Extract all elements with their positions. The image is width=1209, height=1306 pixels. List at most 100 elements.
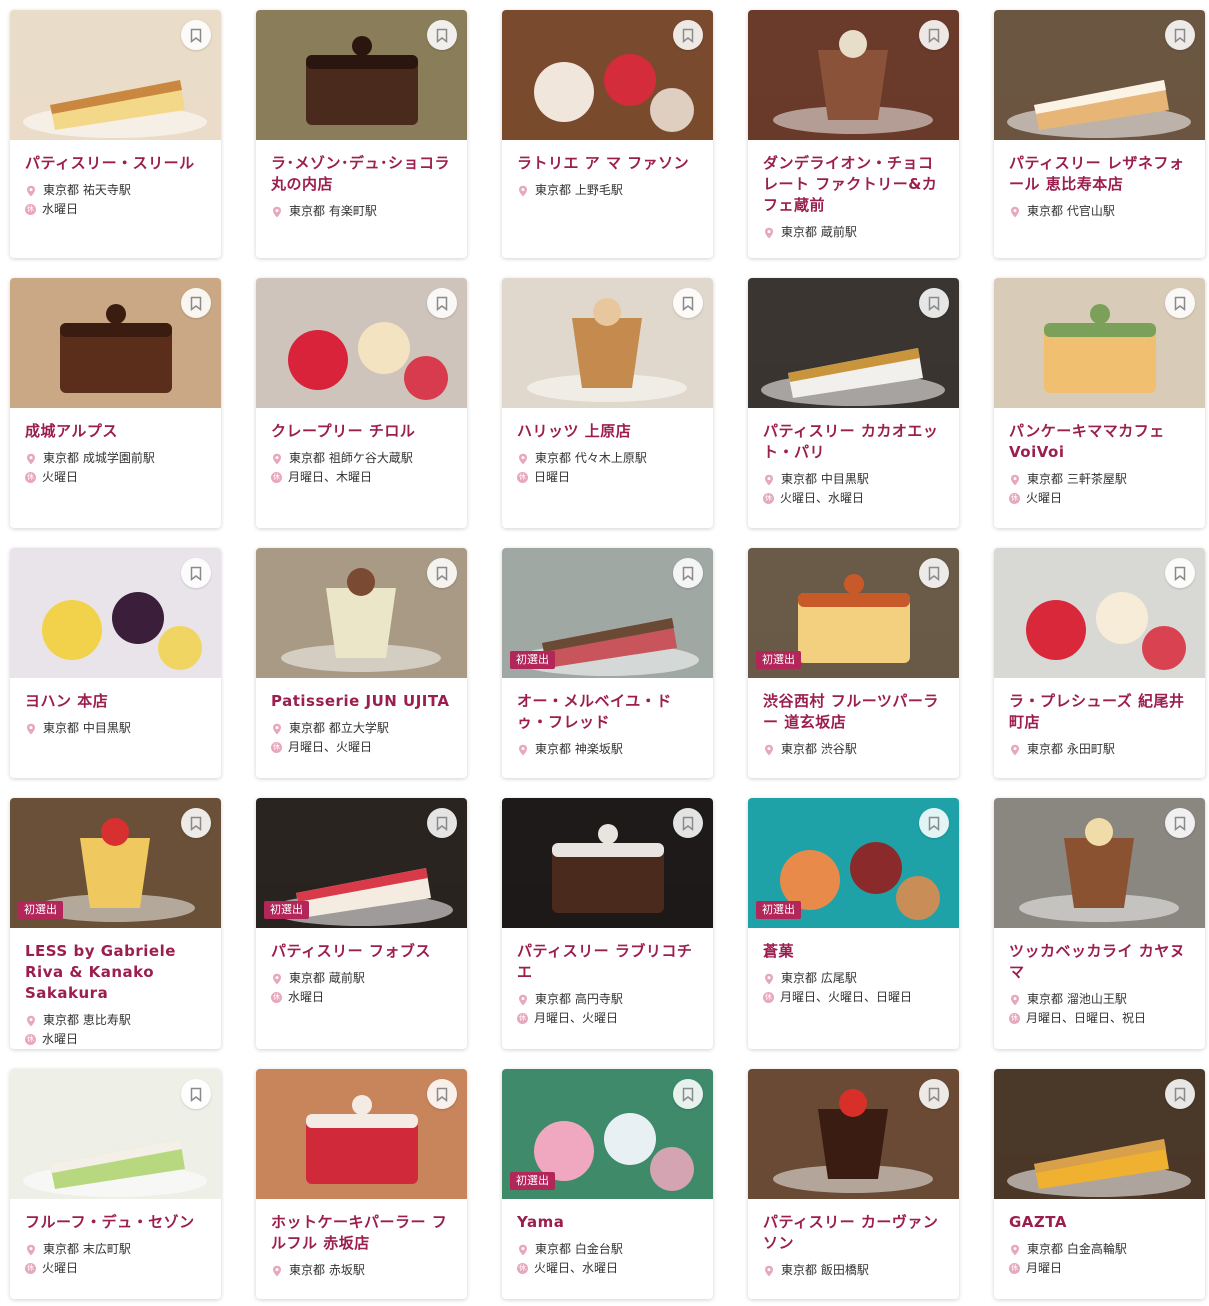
shop-name[interactable]: オー・メルベイユ・ドゥ・フレッド — [517, 691, 698, 733]
shop-card[interactable]: クレープリー チロル 東京都 祖師ケ谷大蔵駅休月曜日、木曜日 — [256, 278, 467, 528]
shop-card[interactable]: ヨハン 本店 東京都 中目黒駅 — [10, 548, 221, 778]
shop-name[interactable]: ホットケーキパーラー フルフル 赤坂店 — [271, 1212, 452, 1254]
shop-card[interactable]: 初選出 渋谷西村 フルーツパーラー 道玄坂店 東京都 渋谷駅 — [748, 548, 959, 778]
shop-card[interactable]: ラ・プレシューズ 紀尾井町店 東京都 永田町駅 — [994, 548, 1205, 778]
bookmark-button[interactable] — [919, 808, 949, 838]
shop-photo[interactable]: 初選出 — [502, 1069, 713, 1199]
shop-photo[interactable] — [256, 1069, 467, 1199]
shop-photo[interactable]: 初選出 — [748, 548, 959, 678]
shop-name[interactable]: Patisserie JUN UJITA — [271, 691, 452, 712]
bookmark-button[interactable] — [427, 20, 457, 50]
shop-photo[interactable] — [994, 278, 1205, 408]
shop-card[interactable]: パティスリー ラブリコチエ 東京都 高円寺駅休月曜日、火曜日 — [502, 798, 713, 1049]
bookmark-button[interactable] — [673, 20, 703, 50]
bookmark-button[interactable] — [919, 1079, 949, 1109]
shop-photo[interactable]: 初選出 — [748, 798, 959, 928]
bookmark-button[interactable] — [427, 558, 457, 588]
shop-name[interactable]: パンケーキママカフェ VoiVoi — [1009, 421, 1190, 463]
bookmark-button[interactable] — [1165, 808, 1195, 838]
bookmark-button[interactable] — [181, 808, 211, 838]
shop-name[interactable]: ラ・プレシューズ 紀尾井町店 — [1009, 691, 1190, 733]
bookmark-button[interactable] — [919, 20, 949, 50]
shop-name[interactable]: ラトリエ ア マ ファソン — [517, 153, 698, 174]
shop-name[interactable]: ツッカベッカライ カヤヌマ — [1009, 941, 1190, 983]
shop-name[interactable]: パティスリー・スリール — [25, 153, 206, 174]
shop-photo[interactable]: 初選出 — [256, 798, 467, 928]
shop-name[interactable]: Yama — [517, 1212, 698, 1233]
shop-card[interactable]: 成城アルプス 東京都 成城学園前駅休火曜日 — [10, 278, 221, 528]
shop-card[interactable]: ツッカベッカライ カヤヌマ 東京都 溜池山王駅休月曜日、日曜日、祝日 — [994, 798, 1205, 1049]
shop-photo[interactable] — [10, 1069, 221, 1199]
shop-photo[interactable] — [256, 548, 467, 678]
shop-name[interactable]: ヨハン 本店 — [25, 691, 206, 712]
bookmark-button[interactable] — [181, 288, 211, 318]
shop-name[interactable]: 成城アルプス — [25, 421, 206, 442]
bookmark-button[interactable] — [181, 558, 211, 588]
shop-photo[interactable]: 初選出 — [10, 798, 221, 928]
bookmark-button[interactable] — [427, 288, 457, 318]
shop-photo[interactable] — [256, 10, 467, 140]
shop-card[interactable]: 初選出 オー・メルベイユ・ドゥ・フレッド 東京都 神楽坂駅 — [502, 548, 713, 778]
shop-photo[interactable] — [994, 10, 1205, 140]
bookmark-button[interactable] — [181, 1079, 211, 1109]
shop-name[interactable]: 渋谷西村 フルーツパーラー 道玄坂店 — [763, 691, 944, 733]
shop-card[interactable]: ハリッツ 上原店 東京都 代々木上原駅休日曜日 — [502, 278, 713, 528]
bookmark-button[interactable] — [919, 288, 949, 318]
shop-photo[interactable] — [10, 278, 221, 408]
shop-photo[interactable] — [502, 10, 713, 140]
bookmark-button[interactable] — [673, 1079, 703, 1109]
bookmark-button[interactable] — [427, 808, 457, 838]
shop-name[interactable]: LESS by Gabriele Riva & Kanako Sakakura — [25, 941, 206, 1004]
shop-card[interactable]: 初選出 Yama 東京都 白金台駅休火曜日、水曜日 — [502, 1069, 713, 1299]
bookmark-button[interactable] — [1165, 20, 1195, 50]
shop-name[interactable]: パティスリー カカオエット・パリ — [763, 421, 944, 463]
shop-name[interactable]: ダンデライオン・チョコレート ファクトリー&カフェ蔵前 — [763, 153, 944, 216]
shop-name[interactable]: パティスリー ラブリコチエ — [517, 941, 698, 983]
shop-card[interactable]: GAZTA 東京都 白金高輪駅休月曜日 — [994, 1069, 1205, 1299]
bookmark-button[interactable] — [673, 558, 703, 588]
shop-photo[interactable] — [502, 278, 713, 408]
shop-card[interactable]: パティスリー レザネフォール 恵比寿本店 東京都 代官山駅 — [994, 10, 1205, 258]
shop-photo[interactable] — [10, 10, 221, 140]
shop-photo[interactable] — [10, 548, 221, 678]
shop-photo[interactable]: 初選出 — [502, 548, 713, 678]
shop-name[interactable]: ハリッツ 上原店 — [517, 421, 698, 442]
shop-photo[interactable] — [748, 1069, 959, 1199]
shop-photo[interactable] — [994, 798, 1205, 928]
shop-name[interactable]: クレープリー チロル — [271, 421, 452, 442]
shop-photo[interactable] — [256, 278, 467, 408]
bookmark-button[interactable] — [673, 288, 703, 318]
shop-photo[interactable] — [994, 1069, 1205, 1199]
shop-card[interactable]: Patisserie JUN UJITA 東京都 都立大学駅休月曜日、火曜日 — [256, 548, 467, 778]
shop-card[interactable]: 初選出 蒼菓 東京都 広尾駅休月曜日、火曜日、日曜日 — [748, 798, 959, 1049]
shop-name[interactable]: 蒼菓 — [763, 941, 944, 962]
shop-name[interactable]: パティスリー フォブス — [271, 941, 452, 962]
shop-photo[interactable] — [994, 548, 1205, 678]
shop-card[interactable]: パンケーキママカフェ VoiVoi 東京都 三軒茶屋駅休火曜日 — [994, 278, 1205, 528]
shop-card[interactable]: フルーフ・デュ・セゾン 東京都 末広町駅休火曜日 — [10, 1069, 221, 1299]
shop-card[interactable]: ダンデライオン・チョコレート ファクトリー&カフェ蔵前 東京都 蔵前駅 — [748, 10, 959, 258]
bookmark-button[interactable] — [673, 808, 703, 838]
bookmark-button[interactable] — [181, 20, 211, 50]
shop-card[interactable]: パティスリー カーヴァンソン 東京都 飯田橋駅 — [748, 1069, 959, 1299]
shop-photo[interactable] — [502, 798, 713, 928]
shop-card[interactable]: ラトリエ ア マ ファソン 東京都 上野毛駅 — [502, 10, 713, 258]
shop-card[interactable]: パティスリー・スリール 東京都 祐天寺駅休水曜日 — [10, 10, 221, 258]
shop-photo[interactable] — [748, 10, 959, 140]
bookmark-button[interactable] — [1165, 558, 1195, 588]
shop-name[interactable]: フルーフ・デュ・セゾン — [25, 1212, 206, 1233]
shop-card[interactable]: パティスリー カカオエット・パリ 東京都 中目黒駅休火曜日、水曜日 — [748, 278, 959, 528]
bookmark-button[interactable] — [1165, 288, 1195, 318]
bookmark-button[interactable] — [919, 558, 949, 588]
shop-card[interactable]: 初選出 パティスリー フォブス 東京都 蔵前駅休水曜日 — [256, 798, 467, 1049]
shop-card[interactable]: ホットケーキパーラー フルフル 赤坂店 東京都 赤坂駅 — [256, 1069, 467, 1299]
bookmark-button[interactable] — [1165, 1079, 1195, 1109]
shop-card[interactable]: 初選出 LESS by Gabriele Riva & Kanako Sakaku… — [10, 798, 221, 1049]
shop-name[interactable]: パティスリー レザネフォール 恵比寿本店 — [1009, 153, 1190, 195]
shop-name[interactable]: GAZTA — [1009, 1212, 1190, 1233]
shop-photo[interactable] — [748, 278, 959, 408]
shop-name[interactable]: パティスリー カーヴァンソン — [763, 1212, 944, 1254]
shop-card[interactable]: ラ･メゾン･デュ･ショコラ 丸の内店 東京都 有楽町駅 — [256, 10, 467, 258]
shop-name[interactable]: ラ･メゾン･デュ･ショコラ 丸の内店 — [271, 153, 452, 195]
bookmark-button[interactable] — [427, 1079, 457, 1109]
